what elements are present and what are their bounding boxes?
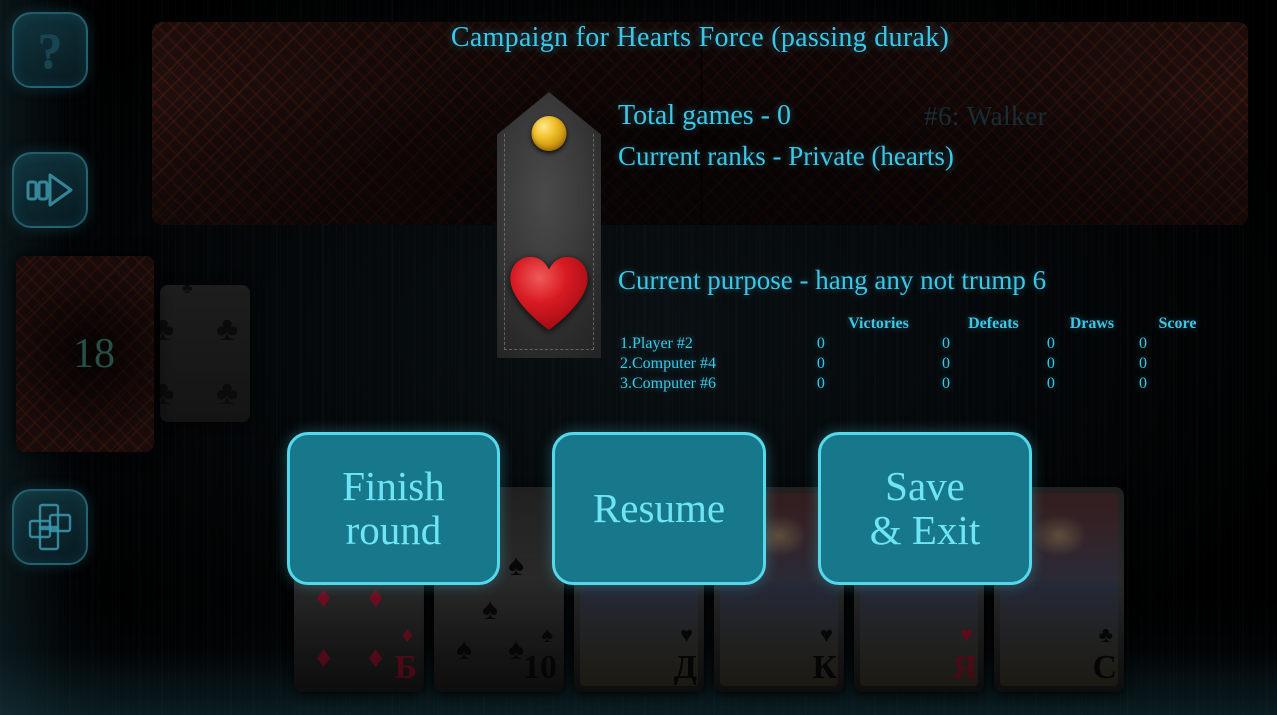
table-row: 3.Computer #6 0 0 0 0 [620, 375, 1216, 393]
player-draws: 0 [1046, 335, 1055, 352]
card-pip: ♣ [160, 311, 175, 348]
current-ranks-label: Current ranks - Private (hearts) [618, 141, 954, 171]
player-victories: 0 [816, 355, 825, 372]
player-victories: 0 [816, 335, 825, 352]
gold-button-icon [531, 116, 567, 151]
rank-insignia-epaulette [495, 90, 603, 360]
player-defeats: 0 [942, 355, 951, 372]
table-row: 1.Player #2 0 0 0 0 [620, 335, 1216, 353]
deck-count-label: 18 [73, 331, 115, 377]
player-score: 0 [1139, 375, 1147, 392]
help-button[interactable]: ? [12, 12, 88, 88]
column-header-name [620, 315, 815, 333]
card-pip: ♣ [216, 311, 239, 348]
skip-button[interactable] [12, 152, 88, 228]
score-table-container: Victories Defeats Draws Score 1.Player #… [618, 313, 1218, 433]
page-title: Campaign for Hearts Force (passing durak… [450, 22, 950, 53]
player-defeats: 0 [942, 375, 951, 392]
player-name: 1.Player #2 [620, 335, 693, 352]
column-header-score: Score [1158, 315, 1197, 332]
current-purpose-label: Current purpose - hang any not trump 6 [618, 265, 1047, 295]
cards-button[interactable] [12, 489, 88, 565]
campaign-level-watermark: #6: Walker [924, 101, 1048, 131]
table-card[interactable]: ♣ ♣ ♣ ♣ ♣ [160, 285, 250, 422]
layered-cards-icon [14, 491, 86, 563]
card-pip: ♣ [216, 375, 239, 412]
card-corner-pip: ♣ [182, 285, 193, 297]
deck-pile[interactable]: 18 [16, 256, 154, 452]
question-mark-icon: ? [37, 22, 63, 78]
player-draws: 0 [1046, 375, 1055, 392]
finish-round-label-line2: round [345, 506, 442, 553]
resume-label: Resume [592, 484, 726, 531]
skip-forward-icon [14, 154, 86, 226]
column-header-defeats: Defeats [968, 315, 1019, 332]
column-header-draws: Draws [1069, 315, 1115, 332]
total-games-label: Total games - 0 [618, 100, 791, 131]
player-score: 0 [1139, 335, 1147, 352]
resume-button[interactable]: Resume [552, 432, 766, 585]
player-draws: 0 [1046, 355, 1055, 372]
heart-suit-icon [510, 256, 588, 330]
save-and-exit-button[interactable]: Save & Exit [818, 432, 1032, 585]
save-label-line2: & Exit [869, 506, 981, 553]
player-name: 2.Computer #4 [620, 355, 716, 372]
player-name: 3.Computer #6 [620, 375, 716, 392]
player-score: 0 [1139, 355, 1147, 372]
table-header-row: Victories Defeats Draws Score [620, 315, 1216, 333]
column-header-victories: Victories [848, 315, 909, 332]
card-pip: ♣ [160, 375, 175, 412]
score-table: Victories Defeats Draws Score 1.Player #… [618, 313, 1218, 395]
table-row: 2.Computer #4 0 0 0 0 [620, 355, 1216, 373]
player-defeats: 0 [942, 335, 951, 352]
player-victories: 0 [816, 375, 825, 392]
finish-round-button[interactable]: Finish round [287, 432, 500, 585]
finish-round-label-line1: Finish [342, 463, 445, 510]
save-label-line1: Save [885, 463, 965, 510]
